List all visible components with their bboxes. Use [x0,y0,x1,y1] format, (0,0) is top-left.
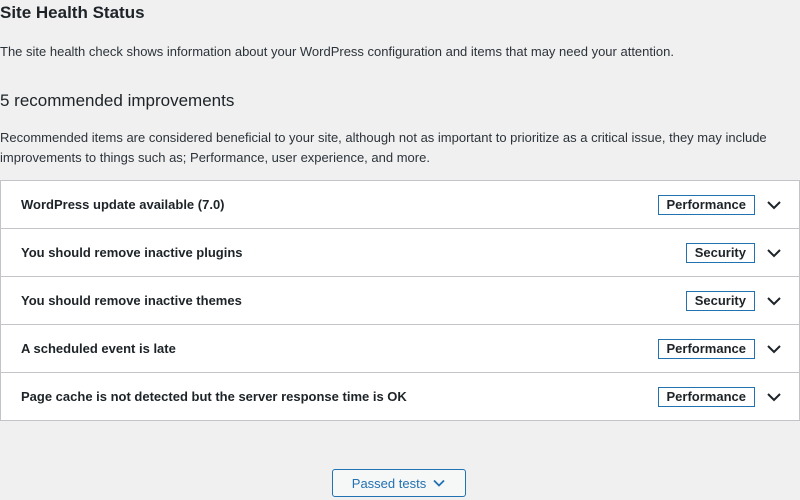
accordion-item-title: You should remove inactive themes [21,293,242,308]
recommended-heading: 5 recommended improvements [0,91,235,110]
accordion-item-title: You should remove inactive plugins [21,245,243,260]
passed-tests-button[interactable]: Passed tests [332,469,466,497]
category-badge: Performance [657,339,755,359]
chevron-down-icon[interactable] [765,244,783,262]
accordion-item-inactive-themes[interactable]: You should remove inactive themes Securi… [1,277,799,325]
accordion-item-title: WordPress update available (7.0) [21,197,225,212]
category-badge: Security [685,243,755,263]
recommended-description: Recommended items are considered benefic… [0,130,767,165]
accordion-item-page-cache[interactable]: Page cache is not detected but the serve… [1,373,799,420]
chevron-down-icon[interactable] [765,196,783,214]
accordion-item-title: Page cache is not detected but the serve… [21,389,407,404]
chevron-down-icon[interactable] [765,388,783,406]
chevron-down-icon[interactable] [765,292,783,310]
accordion-item-wordpress-update[interactable]: WordPress update available (7.0) Perform… [1,181,799,229]
accordion-item-title: A scheduled event is late [21,341,176,356]
passed-tests-label: Passed tests [351,475,427,491]
category-badge: Performance [657,387,755,407]
recommended-accordion: WordPress update available (7.0) Perform… [0,180,800,421]
intro-text: The site health check shows information … [0,44,674,59]
category-badge: Security [685,291,755,311]
chevron-down-icon [433,479,445,487]
category-badge: Performance [657,195,755,215]
page-title: Site Health Status [0,3,145,22]
chevron-down-icon[interactable] [765,340,783,358]
accordion-item-inactive-plugins[interactable]: You should remove inactive plugins Secur… [1,229,799,277]
accordion-item-scheduled-event[interactable]: A scheduled event is late Performance [1,325,799,373]
